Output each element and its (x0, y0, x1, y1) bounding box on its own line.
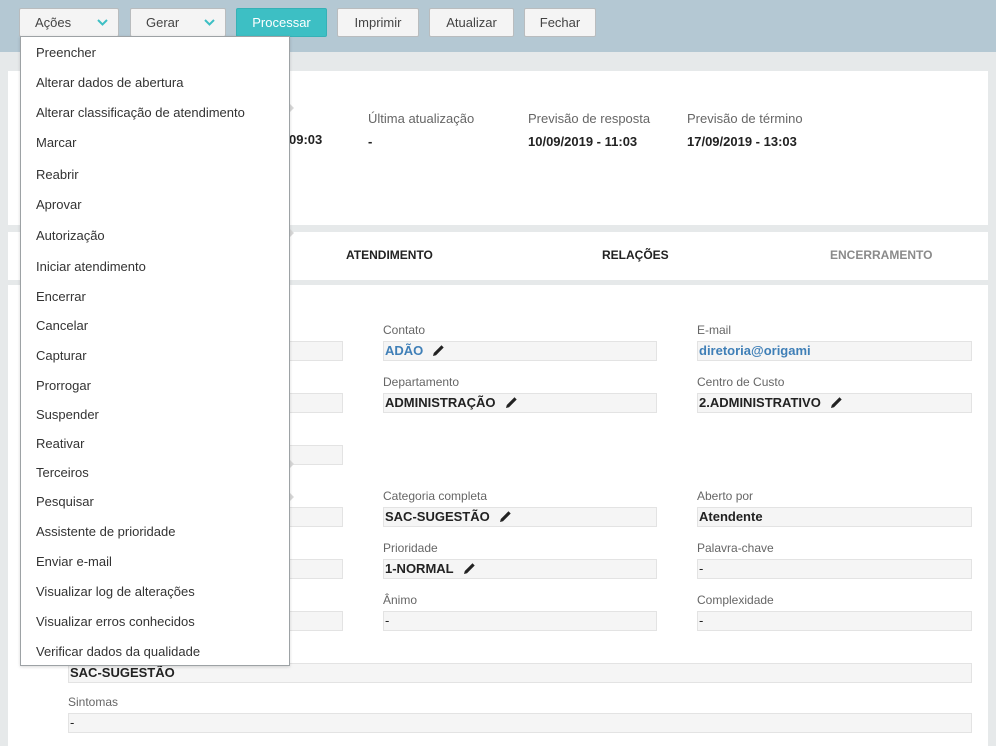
prioridade-field[interactable]: Prioridade 1-NORMAL (383, 541, 657, 579)
ultima-atualizacao: Última atualização - (368, 111, 475, 149)
email-value: diretoria@origami (697, 341, 972, 361)
palavra-chave-value: - (697, 559, 972, 579)
acoes-dropdown-button[interactable]: Ações (19, 8, 119, 37)
centro-custo-value: 2.ADMINISTRATIVO (699, 395, 821, 410)
sintomas-field: Sintomas - (68, 695, 972, 733)
menu-item-capturar[interactable]: Capturar (36, 348, 87, 363)
menu-item-terceiros[interactable]: Terceiros (36, 465, 89, 480)
chevron-down-icon (204, 19, 215, 26)
tab-encerramento[interactable]: ENCERRAMENTO (830, 248, 932, 262)
categoria-field[interactable]: Categoria completa SAC-SUGESTÃO (383, 489, 657, 527)
acoes-label: Ações (35, 15, 72, 30)
animo-field: Ânimo - (383, 593, 657, 631)
previsao-termino: Previsão de término 17/09/2019 - 13:03 (687, 111, 803, 149)
menu-item-autorizacao[interactable]: Autorização (36, 228, 105, 243)
marker (290, 493, 294, 501)
categoria-value: SAC-SUGESTÃO (385, 509, 490, 524)
marker (290, 460, 294, 468)
marker (290, 104, 294, 112)
pencil-icon[interactable] (463, 562, 476, 575)
menu-item-iniciar-atendimento[interactable]: Iniciar atendimento (36, 259, 146, 274)
menu-item-alterar-classificacao[interactable]: Alterar classificação de atendimento (36, 105, 245, 120)
palavra-chave-field: Palavra-chave - (697, 541, 972, 579)
pencil-icon[interactable] (830, 396, 843, 409)
atualizar-button[interactable]: Atualizar (429, 8, 514, 37)
prioridade-value: 1-NORMAL (385, 561, 454, 576)
previsao-resposta: Previsão de resposta 10/09/2019 - 11:03 (528, 111, 651, 149)
processar-button[interactable]: Processar (236, 8, 327, 37)
menu-item-reativar[interactable]: Reativar (36, 436, 84, 451)
sintomas-value: - (68, 713, 972, 733)
menu-item-aprovar[interactable]: Aprovar (36, 197, 82, 212)
departamento-value: ADMINISTRAÇÃO (385, 395, 496, 410)
pencil-icon[interactable] (499, 510, 512, 523)
menu-item-preencher[interactable]: Preencher (36, 45, 96, 60)
assunto-value: SAC-SUGESTÃO (68, 663, 972, 683)
tab-relacoes[interactable]: RELAÇÕES (602, 248, 669, 262)
pencil-icon[interactable] (505, 396, 518, 409)
assunto-field: SAC-SUGESTÃO (68, 663, 972, 683)
menu-item-assistente-prioridade[interactable]: Assistente de prioridade (36, 524, 175, 539)
fechar-button[interactable]: Fechar (524, 8, 596, 37)
aberto-por-field: Aberto por Atendente (697, 489, 972, 527)
centro-custo-field[interactable]: Centro de Custo 2.ADMINISTRATIVO (697, 375, 972, 413)
acoes-dropdown-menu: Preencher Alterar dados de abertura Alte… (20, 36, 290, 666)
contato-field[interactable]: Contato ADÃO (383, 323, 657, 361)
email-field[interactable]: E-mail diretoria@origami (697, 323, 972, 361)
menu-item-verificar-qualidade[interactable]: Verificar dados da qualidade (36, 644, 200, 659)
menu-item-pesquisar[interactable]: Pesquisar (36, 494, 94, 509)
complexidade-value: - (697, 611, 972, 631)
animo-value: - (383, 611, 657, 631)
pencil-icon[interactable] (432, 344, 445, 357)
marker (290, 229, 294, 237)
contato-value: ADÃO (385, 343, 424, 358)
aberto-por-value: Atendente (697, 507, 972, 527)
departamento-field[interactable]: Departamento ADMINISTRAÇÃO (383, 375, 657, 413)
tab-atendimento[interactable]: ATENDIMENTO (346, 248, 433, 262)
menu-item-alterar-dados-abertura[interactable]: Alterar dados de abertura (36, 75, 183, 90)
menu-item-visualizar-log[interactable]: Visualizar log de alterações (36, 584, 195, 599)
menu-item-prorrogar[interactable]: Prorrogar (36, 378, 91, 393)
complexidade-field: Complexidade - (697, 593, 972, 631)
chevron-down-icon (97, 19, 108, 26)
menu-item-cancelar[interactable]: Cancelar (36, 318, 88, 333)
partial-time: 09:03 (289, 132, 323, 147)
menu-item-visualizar-erros[interactable]: Visualizar erros conhecidos (36, 614, 195, 629)
gerar-label: Gerar (146, 15, 180, 30)
imprimir-button[interactable]: Imprimir (337, 8, 419, 37)
menu-item-reabrir[interactable]: Reabrir (36, 167, 79, 182)
menu-item-enviar-email[interactable]: Enviar e-mail (36, 554, 112, 569)
menu-item-encerrar[interactable]: Encerrar (36, 289, 86, 304)
menu-item-marcar[interactable]: Marcar (36, 135, 76, 150)
gerar-dropdown-button[interactable]: Gerar (130, 8, 226, 37)
menu-item-suspender[interactable]: Suspender (36, 407, 99, 422)
